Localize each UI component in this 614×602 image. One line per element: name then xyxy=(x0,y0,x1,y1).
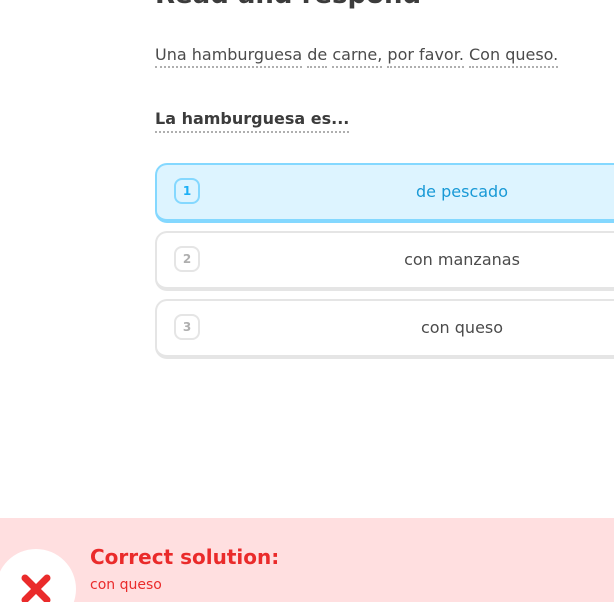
choice-option-2[interactable]: 2 con manzanas xyxy=(155,231,614,291)
choice-label-wrap: con queso xyxy=(157,301,614,355)
choice-label-wrap: con manzanas xyxy=(157,233,614,287)
sentence-word[interactable]: carne, xyxy=(332,45,383,68)
sentence-word[interactable]: Con queso. xyxy=(469,45,559,68)
choice-label: con queso xyxy=(420,318,504,337)
feedback-title: Correct solution: xyxy=(90,545,280,569)
question-text[interactable]: La hamburguesa es... xyxy=(155,109,350,133)
choice-label-wrap: de pescado xyxy=(157,165,614,219)
choice-label: con manzanas xyxy=(404,250,520,269)
lesson-page: Read and respond Una hamburguesa de carn… xyxy=(0,0,614,602)
feedback-banner: Correct solution: con queso xyxy=(0,518,614,602)
sentence-word[interactable]: Una hamburguesa xyxy=(155,45,303,68)
choice-option-1[interactable]: 1 de pescado xyxy=(155,163,614,223)
sentence-word[interactable]: de xyxy=(307,45,328,68)
feedback-answer: con queso xyxy=(90,577,162,593)
prompt-sentence: Una hamburguesa de carne, por favor. Con… xyxy=(155,45,559,68)
page-title: Read and respond xyxy=(155,0,421,8)
choice-option-3[interactable]: 3 con queso xyxy=(155,299,614,359)
choice-label: de pescado xyxy=(416,182,508,201)
x-icon xyxy=(21,574,51,602)
sentence-word[interactable]: por favor. xyxy=(387,45,464,68)
